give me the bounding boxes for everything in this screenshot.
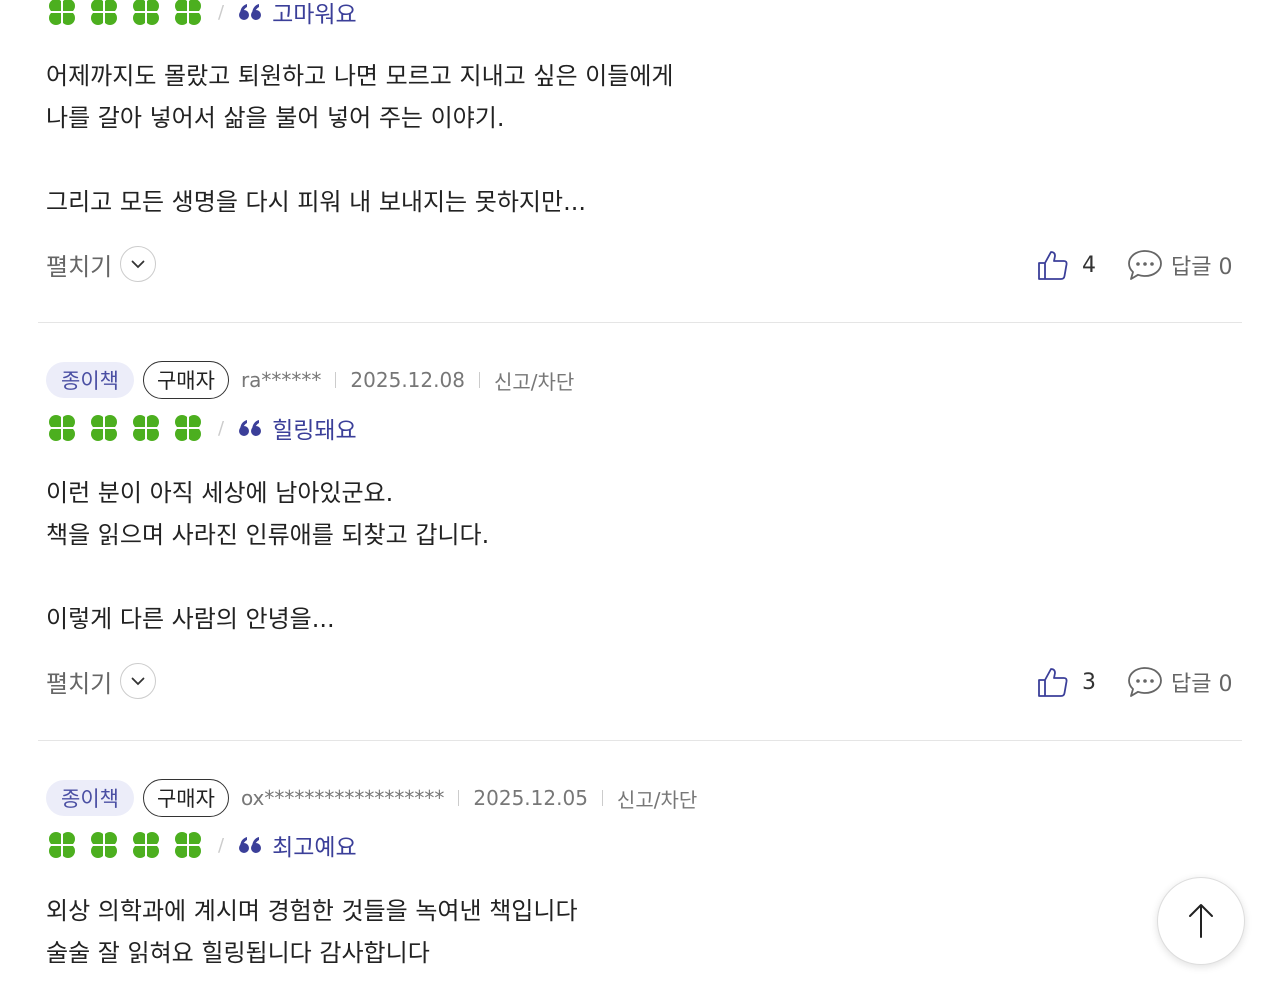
clover-icon <box>49 832 75 858</box>
clover-icon <box>175 832 201 858</box>
review-body-line: 이런 분이 아직 세상에 남아있군요. <box>46 479 394 507</box>
buyer-badge: 구매자 <box>142 361 229 399</box>
reviewer-name: ra****** <box>240 368 322 392</box>
expand-button[interactable]: 펼치기 <box>46 246 157 282</box>
review-body: 이런 분이 아직 세상에 남아있군요. 책을 읽으며 사라진 인류애를 되찾고 … <box>46 472 489 640</box>
rating-separator: / <box>218 417 225 439</box>
review-date: 2025.12.08 <box>350 368 465 392</box>
clover-icon <box>175 0 201 25</box>
expand-label: 펼치기 <box>46 669 113 698</box>
chevron-down-icon <box>120 246 157 282</box>
scroll-top-button[interactable] <box>1157 877 1245 965</box>
reviewer-name: ox****************** <box>240 786 445 810</box>
rating-separator: / <box>218 834 225 856</box>
clover-icon <box>91 832 117 858</box>
review-rating: / 힐링돼요 <box>46 410 357 446</box>
arrow-up-icon <box>1189 904 1213 938</box>
like-count: 3 <box>1082 669 1096 695</box>
clover-icon <box>133 832 159 858</box>
like-count: 4 <box>1082 252 1096 278</box>
reply-button[interactable]: 답글 0 <box>1127 248 1232 282</box>
review-body: 외상 의학과에 계시며 경험한 것들을 녹여낸 책입니다 술술 잘 읽혀요 힐링… <box>46 890 578 974</box>
review-body-line: 외상 의학과에 계시며 경험한 것들을 녹여낸 책입니다 <box>46 897 578 925</box>
quote-icon <box>239 420 262 436</box>
review-divider <box>38 322 1242 323</box>
review-body-line: 술술 잘 읽혀요 힐링됩니다 감사합니다 <box>46 939 430 967</box>
clover-rating <box>46 412 204 444</box>
meta-separator <box>601 790 603 806</box>
review-tag: 최고예요 <box>272 835 357 861</box>
review-body-line: 그리고 모든 생명을 다시 피워 내 보내지는 못하지만... <box>46 188 586 216</box>
clover-icon <box>175 415 201 441</box>
review-tag: 고마워요 <box>272 2 357 28</box>
review-divider <box>38 740 1242 741</box>
clover-icon <box>49 0 75 25</box>
thumbs-up-icon <box>1038 668 1068 697</box>
meta-separator <box>478 372 480 388</box>
clover-rating <box>46 829 204 861</box>
speech-bubble-icon <box>1128 250 1162 280</box>
like-button[interactable]: 4 <box>1036 248 1096 282</box>
review-body: 어제까지도 몰랐고 퇴원하고 나면 모르고 지내고 싶은 이들에게 나를 갈아 … <box>46 55 673 223</box>
review-body-line: 이렇게 다른 사람의 안녕을... <box>46 605 335 633</box>
reply-label: 답글 0 <box>1171 255 1233 280</box>
format-badge: 종이책 <box>46 362 134 398</box>
format-badge: 종이책 <box>46 780 134 816</box>
review-body-line: 책을 읽으며 사라진 인류애를 되찾고 갑니다. <box>46 521 490 549</box>
meta-separator <box>335 372 337 388</box>
thumbs-up-icon <box>1038 251 1068 280</box>
chevron-down-icon <box>120 663 157 699</box>
reply-label: 답글 0 <box>1171 672 1233 697</box>
review-body-blank-line <box>46 139 673 181</box>
like-button[interactable]: 3 <box>1036 665 1096 699</box>
review-meta: 종이책 구매자 ox****************** 2025.12.05 … <box>46 779 697 817</box>
clover-icon <box>133 415 159 441</box>
review-body-line: 나를 갈아 넣어서 삶을 불어 넣어 주는 이야기. <box>46 104 505 132</box>
clover-icon <box>133 0 159 25</box>
quote-icon <box>239 4 262 20</box>
clover-icon <box>91 415 117 441</box>
quote-icon <box>239 837 262 853</box>
review-meta: 종이책 구매자 ra****** 2025.12.08 신고/차단 <box>46 361 574 399</box>
reply-button[interactable]: 답글 0 <box>1127 665 1232 699</box>
meta-separator <box>458 790 460 806</box>
review-rating: / 고마워요 <box>46 0 357 30</box>
clover-rating <box>46 0 204 28</box>
speech-bubble-icon <box>1128 667 1162 697</box>
clover-icon <box>91 0 117 25</box>
report-block-link[interactable]: 신고/차단 <box>494 366 574 395</box>
clover-icon <box>49 415 75 441</box>
review-date: 2025.12.05 <box>473 786 588 810</box>
review-body-line: 어제까지도 몰랐고 퇴원하고 나면 모르고 지내고 싶은 이들에게 <box>46 62 674 90</box>
expand-button[interactable]: 펼치기 <box>46 663 157 699</box>
rating-separator: / <box>218 1 225 23</box>
expand-label: 펼치기 <box>46 252 113 281</box>
buyer-badge: 구매자 <box>142 779 229 817</box>
review-rating: / 최고예요 <box>46 827 357 863</box>
review-tag: 힐링돼요 <box>272 418 357 444</box>
report-block-link[interactable]: 신고/차단 <box>617 784 697 813</box>
review-body-blank-line <box>46 556 489 598</box>
